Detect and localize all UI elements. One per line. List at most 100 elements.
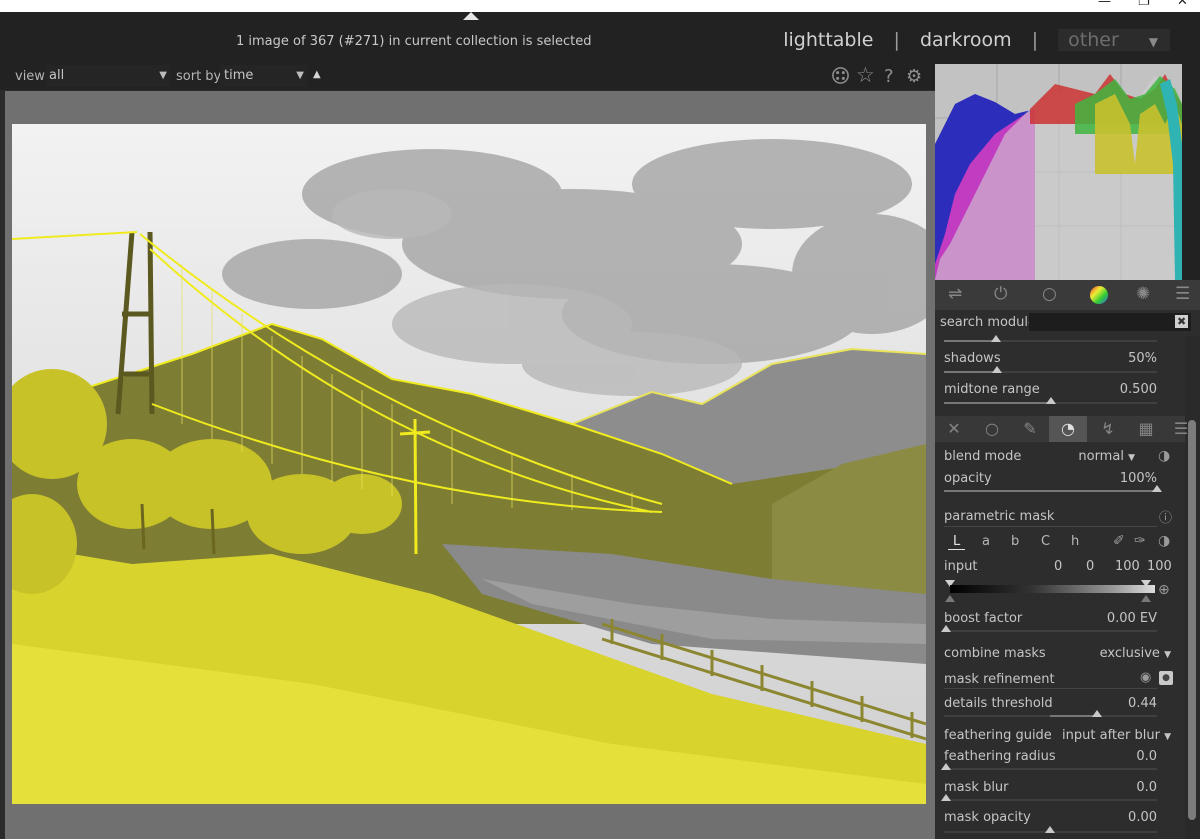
view-filter-select[interactable]: all ▼ — [45, 65, 171, 87]
opacity-slider-fill — [944, 490, 1157, 492]
show-mask-icon[interactable]: ● — [1159, 671, 1173, 685]
image-preview[interactable] — [12, 124, 926, 804]
input-label: input — [944, 559, 978, 574]
input-value-2: 0 — [1086, 559, 1095, 574]
search-module-input[interactable] — [1029, 313, 1191, 331]
sort-direction-icon[interactable]: ▲ — [313, 69, 321, 80]
divider — [944, 526, 1157, 527]
shadows-value: 50% — [1128, 351, 1157, 366]
shadows-label: shadows — [944, 351, 1001, 366]
gear-icon[interactable]: ⚙ — [906, 66, 922, 87]
chevron-down-icon: ▼ — [1128, 453, 1135, 463]
channel-tab-h[interactable]: h — [1071, 534, 1079, 549]
feathering-guide-label: feathering guide — [944, 728, 1052, 743]
collapse-top-panel-icon[interactable] — [463, 12, 479, 20]
view-switcher: lighttable | darkroom | other ▼ — [783, 29, 1170, 51]
mask-opacity-slider[interactable] — [944, 826, 1157, 833]
blend-menu-icon[interactable]: ☰ — [1162, 416, 1200, 442]
mask-refinement-label: mask refinement — [944, 672, 1055, 687]
details-threshold-value: 0.44 — [1128, 696, 1157, 711]
color-wheel-icon[interactable] — [1089, 285, 1109, 310]
info-icon[interactable]: ⓘ — [1159, 507, 1172, 526]
midtone-range-label: midtone range — [944, 382, 1040, 397]
opacity-slider[interactable] — [944, 485, 1162, 492]
boost-factor-slider[interactable] — [941, 625, 1157, 632]
blend-mode-select[interactable]: normal ▼ — [1078, 449, 1135, 464]
input-value-1: 0 — [1054, 559, 1063, 574]
view-other-dropdown[interactable]: other ▼ — [1058, 29, 1170, 51]
feathering-radius-slider[interactable] — [941, 763, 1157, 770]
input-gradient-bar[interactable] — [950, 585, 1155, 593]
details-threshold-slider[interactable] — [944, 710, 1157, 717]
view-darkroom[interactable]: darkroom — [920, 29, 1012, 51]
feathering-radius-label: feathering radius — [944, 749, 1056, 764]
color-picker-area-icon[interactable]: ✑ — [1134, 533, 1146, 549]
input-value-4: 100 — [1147, 559, 1172, 574]
window-titlebar: — ❐ ✕ — [0, 0, 1200, 12]
circle-icon[interactable]: ○ — [1042, 284, 1057, 304]
divider — [944, 688, 1157, 689]
midtone-range-slider-knob[interactable] — [1045, 397, 1056, 404]
half-circle-icon[interactable]: ◑ — [1158, 448, 1170, 464]
feathering-guide-value: input after blur — [1062, 728, 1160, 743]
chevron-down-icon: ▼ — [159, 70, 167, 81]
panel-scrollbar-thumb[interactable] — [1188, 420, 1196, 820]
channel-tab-C[interactable]: C — [1041, 534, 1050, 549]
opacity-slider-knob[interactable] — [1152, 485, 1162, 492]
chevron-down-icon: ▼ — [1164, 650, 1171, 660]
chevron-down-icon: ▼ — [296, 70, 304, 81]
feathering-guide-select[interactable]: input after blur ▼ — [1062, 728, 1171, 743]
close-icon[interactable]: ✕ — [1177, 0, 1188, 9]
tab-drawn-mask[interactable]: ✎ — [1011, 416, 1049, 442]
parametric-mask-label: parametric mask — [944, 509, 1055, 524]
power-icon[interactable]: ⏻ — [994, 284, 1007, 304]
mask-blur-slider[interactable] — [941, 794, 1157, 801]
mask-blur-value: 0.0 — [1136, 780, 1157, 795]
shadows-slider-fill — [944, 371, 998, 373]
boost-factor-label: boost factor — [944, 611, 1023, 626]
invert-polarity-icon[interactable]: ◑ — [1158, 533, 1170, 549]
blend-mode-label: blend mode — [944, 449, 1022, 464]
histogram[interactable] — [935, 64, 1200, 280]
tab-blend-off[interactable]: ✕ — [935, 416, 973, 442]
eye-icon[interactable]: ◉ — [1140, 670, 1151, 685]
star-icon[interactable]: ☆ — [856, 63, 875, 87]
combine-masks-label: combine masks — [944, 646, 1046, 661]
module-group-bar — [935, 280, 1200, 310]
input-marker-right-bottom[interactable] — [1141, 595, 1151, 602]
help-icon[interactable]: ? — [884, 66, 894, 87]
selection-status: 1 image of 367 (#271) in current collect… — [236, 34, 592, 49]
search-module-label: search module — [940, 315, 1037, 330]
channel-tab-L[interactable]: L — [948, 534, 966, 550]
menu-icon[interactable]: ☰ — [1175, 284, 1190, 304]
shadows-slider-knob[interactable] — [992, 366, 1003, 373]
chevron-down-icon: ▼ — [1148, 35, 1158, 49]
combine-masks-select[interactable]: exclusive ▼ — [1100, 646, 1171, 661]
channel-tab-a[interactable]: a — [982, 534, 990, 549]
effects-icon[interactable]: ✺ — [1136, 284, 1150, 304]
color-picker-icon[interactable]: ✐ — [1113, 533, 1125, 549]
midtone-range-value: 0.500 — [1119, 382, 1157, 397]
tab-parametric-mask[interactable]: ◔ — [1049, 416, 1087, 442]
midtone-range-slider[interactable] — [944, 397, 1157, 404]
clear-search-icon[interactable]: ✖ — [1175, 315, 1189, 328]
shadows-slider[interactable] — [944, 366, 1157, 373]
chevron-down-icon: ▼ — [1164, 732, 1171, 742]
previous-param-slider[interactable] — [944, 335, 1157, 342]
input-marker-left-bottom[interactable] — [945, 595, 955, 602]
view-filter-label: view — [15, 69, 45, 84]
midtone-range-slider-fill — [944, 402, 1051, 404]
overlay-icon[interactable] — [831, 66, 850, 90]
sort-by-select[interactable]: time ▼ — [220, 65, 308, 87]
sliders-icon[interactable]: ⇌ — [948, 284, 962, 304]
add-circle-icon[interactable]: ⊕ — [1158, 582, 1170, 598]
tab-drawn-parametric[interactable]: ↯ — [1089, 416, 1127, 442]
minimize-icon[interactable]: — — [1098, 0, 1111, 9]
view-lighttable[interactable]: lighttable — [783, 29, 873, 51]
channel-tab-b[interactable]: b — [1011, 534, 1019, 549]
tab-uniform[interactable]: ○ — [973, 416, 1011, 442]
maximize-icon[interactable]: ❐ — [1138, 0, 1150, 9]
tab-raster-mask[interactable]: ▦ — [1127, 416, 1165, 442]
view-separator: | — [1031, 29, 1039, 51]
view-separator: | — [893, 29, 900, 51]
